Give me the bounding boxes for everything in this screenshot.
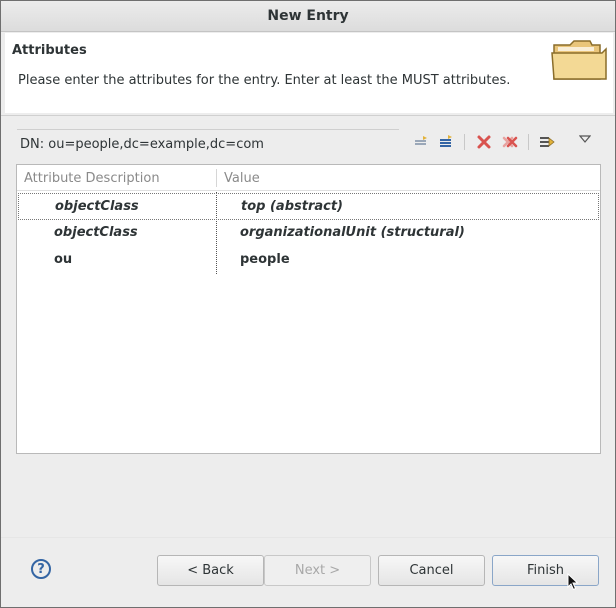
- finish-button[interactable]: Finish: [492, 555, 599, 586]
- table-header: Attribute Description Value: [17, 165, 600, 191]
- back-button[interactable]: < Back: [157, 555, 264, 586]
- dn-label: DN: ou=people,dc=example,dc=com: [20, 137, 264, 152]
- attribute-cell: ou: [54, 252, 73, 267]
- column-header-value[interactable]: Value: [224, 171, 260, 186]
- value-cell: top (abstract): [241, 199, 343, 214]
- value-cell: organizationalUnit (structural): [240, 225, 465, 240]
- table-row[interactable]: objectClass organizationalUnit (structur…: [18, 220, 599, 247]
- toolbar-divider: [528, 134, 529, 150]
- attribute-cell: objectClass: [55, 199, 139, 214]
- cancel-button[interactable]: Cancel: [378, 555, 485, 586]
- window-title: New Entry: [1, 1, 615, 32]
- footer-divider: [1, 537, 615, 538]
- folder-icon: [550, 39, 608, 83]
- delete-icon[interactable]: [474, 132, 494, 152]
- new-entry-dialog: New Entry Attributes Please enter the at…: [0, 0, 616, 608]
- attribute-cell: objectClass: [54, 225, 138, 240]
- page-description: Please enter the attributes for the entr…: [18, 73, 511, 88]
- mouse-cursor-icon: [567, 572, 579, 595]
- value-cell: people: [240, 252, 290, 267]
- dn-field: DN: ou=people,dc=example,dc=com: [17, 129, 399, 155]
- wizard-header: Attributes Please enter the attributes f…: [5, 33, 613, 113]
- help-icon[interactable]: ?: [31, 559, 51, 579]
- new-attribute-icon[interactable]: [436, 132, 456, 152]
- header-divider: [1, 115, 615, 116]
- delete-all-icon[interactable]: [500, 132, 520, 152]
- table-row[interactable]: ou people: [18, 247, 599, 274]
- column-header-attribute-description[interactable]: Attribute Description: [24, 171, 160, 186]
- new-value-icon[interactable]: [411, 132, 431, 152]
- toolbar-divider: [464, 134, 465, 150]
- attributes-table: Attribute Description Value objectClass …: [16, 164, 601, 454]
- view-menu-icon[interactable]: [575, 129, 595, 149]
- column-divider: [216, 169, 217, 187]
- next-button[interactable]: Next >: [264, 555, 371, 586]
- edit-value-icon[interactable]: [537, 132, 557, 152]
- page-title: Attributes: [12, 43, 87, 58]
- table-row[interactable]: objectClass top (abstract): [18, 193, 599, 220]
